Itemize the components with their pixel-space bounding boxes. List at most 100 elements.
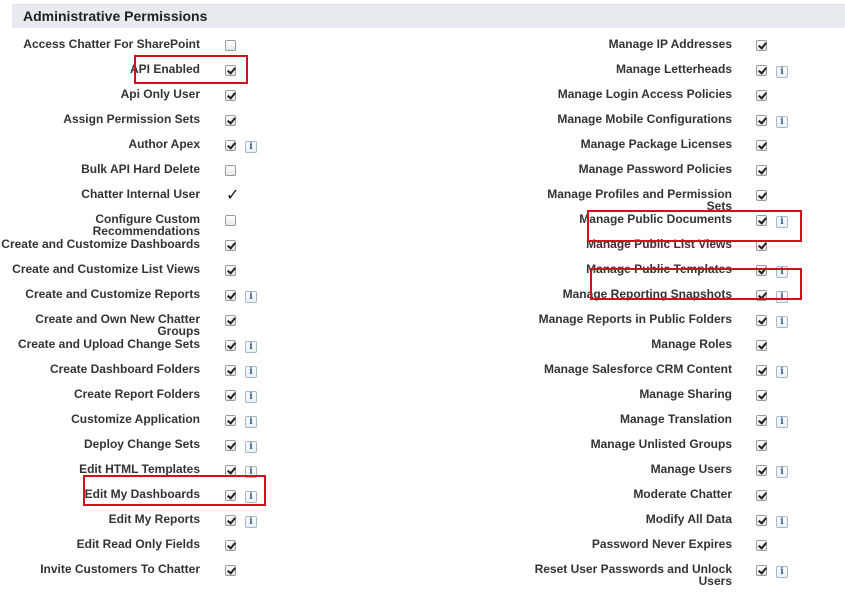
permission-checkbox[interactable] [756, 340, 767, 351]
info-icon[interactable]: i [245, 366, 257, 378]
permission-label: Edit Read Only Fields [76, 537, 200, 551]
permission-checkbox[interactable] [756, 490, 767, 501]
permission-checkbox[interactable] [756, 165, 767, 176]
info-icon[interactable]: i [776, 291, 788, 303]
permission-row-create-and-customize-list-views: Create and Customize List Views [0, 263, 300, 288]
permission-row-create-report-folders: Create Report Folders i [0, 388, 300, 413]
permission-row-manage-unlisted-groups: Manage Unlisted Groups [522, 438, 822, 463]
info-icon[interactable]: i [245, 341, 257, 353]
permission-row-assign-permission-sets: Assign Permission Sets [0, 113, 300, 138]
permission-checkbox[interactable] [225, 90, 236, 101]
permission-label: Reset User Passwords and Unlock Users [534, 562, 732, 588]
permission-checkbox[interactable] [756, 365, 767, 376]
permission-label: Create and Customize List Views [12, 262, 200, 276]
permission-label: Manage Profiles and Permission Sets [547, 187, 732, 213]
permission-checkbox[interactable] [756, 390, 767, 401]
permission-label: Manage Roles [651, 337, 732, 351]
info-icon[interactable]: i [776, 566, 788, 578]
permission-row-edit-read-only-fields: Edit Read Only Fields [0, 538, 300, 563]
permission-checkbox[interactable] [756, 315, 767, 326]
permission-checkbox[interactable] [756, 565, 767, 576]
permission-checkbox[interactable] [225, 65, 236, 76]
permission-label: Manage Package Licenses [580, 137, 732, 151]
permission-row-manage-password-policies: Manage Password Policies [522, 163, 822, 188]
permission-checkbox[interactable] [756, 265, 767, 276]
permission-label: Manage Public List Views [586, 237, 732, 251]
permission-checkbox[interactable] [225, 165, 236, 176]
permission-checkbox[interactable] [756, 215, 767, 226]
permission-checkbox[interactable] [225, 215, 236, 226]
permission-checkbox[interactable] [225, 340, 236, 351]
permission-label: Bulk API Hard Delete [81, 162, 200, 176]
permission-checkbox[interactable] [225, 465, 236, 476]
permission-row-moderate-chatter: Moderate Chatter [522, 488, 822, 513]
info-icon[interactable]: i [776, 66, 788, 78]
permission-row-chatter-internal-user: Chatter Internal User ✓ [0, 187, 300, 213]
permission-checkbox[interactable] [756, 415, 767, 426]
permission-row-manage-login-access-policies: Manage Login Access Policies [522, 88, 822, 113]
permission-row-api-only-user: Api Only User [0, 88, 300, 113]
permission-label: Create Report Folders [73, 387, 200, 401]
permission-checkbox[interactable] [225, 265, 236, 276]
permission-checkbox[interactable] [756, 115, 767, 126]
info-icon[interactable]: i [776, 466, 788, 478]
info-icon[interactable]: i [245, 291, 257, 303]
permission-checkbox[interactable] [756, 140, 767, 151]
info-icon[interactable]: i [776, 116, 788, 128]
permission-checkbox[interactable] [225, 290, 236, 301]
info-icon[interactable]: i [245, 441, 257, 453]
permission-label: Modify All Data [645, 512, 732, 526]
permission-row-password-never-expires: Password Never Expires [522, 538, 822, 563]
permission-checkbox[interactable] [225, 490, 236, 501]
permission-checkbox[interactable] [756, 90, 767, 101]
permission-checkbox[interactable] [756, 290, 767, 301]
permission-checkbox[interactable] [756, 190, 767, 201]
info-icon[interactable]: i [245, 491, 257, 503]
permission-label: Deploy Change Sets [83, 437, 200, 451]
info-icon[interactable]: i [245, 141, 257, 153]
permission-checkbox[interactable] [225, 365, 236, 376]
permission-checkbox[interactable] [225, 390, 236, 401]
permission-checkbox[interactable] [225, 515, 236, 526]
permission-checkbox[interactable] [756, 40, 767, 51]
permission-checkbox[interactable] [225, 415, 236, 426]
info-icon[interactable]: i [245, 516, 257, 528]
permission-label: Chatter Internal User [81, 187, 200, 201]
permission-row-manage-translation: Manage Translation i [522, 413, 822, 438]
permission-checkbox[interactable] [756, 540, 767, 551]
info-icon[interactable]: i [776, 216, 788, 228]
permission-row-modify-all-data: Modify All Data i [522, 513, 822, 538]
info-icon[interactable]: i [776, 516, 788, 528]
permission-checkbox[interactable] [225, 40, 236, 51]
info-icon[interactable]: i [245, 391, 257, 403]
info-icon[interactable]: i [776, 366, 788, 378]
permission-label: Create Dashboard Folders [49, 362, 200, 376]
permission-label: Invite Customers To Chatter [40, 562, 200, 576]
info-icon[interactable]: i [776, 316, 788, 328]
permission-label: Edit My Dashboards [84, 487, 200, 501]
permission-checkbox[interactable] [225, 440, 236, 451]
permission-checkbox[interactable] [756, 65, 767, 76]
permission-checkbox[interactable] [225, 315, 236, 326]
permission-row-manage-reports-in-public-folders: Manage Reports in Public Folders i [522, 313, 822, 338]
permission-checkbox[interactable] [756, 440, 767, 451]
info-icon[interactable]: i [245, 466, 257, 478]
permission-checkbox[interactable] [225, 565, 236, 576]
permission-label: Author Apex [128, 137, 200, 151]
permission-label: Manage Letterheads [615, 62, 732, 76]
permission-checkbox[interactable] [756, 515, 767, 526]
permission-row-author-apex: Author Apex i [0, 138, 300, 163]
permission-row-deploy-change-sets: Deploy Change Sets i [0, 438, 300, 463]
permission-checkbox[interactable] [756, 240, 767, 251]
permission-checkbox[interactable] [225, 140, 236, 151]
permission-checkbox[interactable] [225, 115, 236, 126]
permission-checkbox[interactable] [225, 240, 236, 251]
permission-row-customize-application: Customize Application i [0, 413, 300, 438]
info-icon[interactable]: i [245, 416, 257, 428]
permission-checkbox[interactable] [756, 465, 767, 476]
info-icon[interactable]: i [776, 266, 788, 278]
section-title: Administrative Permissions [23, 8, 208, 24]
info-icon[interactable]: i [776, 416, 788, 428]
permission-row-manage-package-licenses: Manage Package Licenses [522, 138, 822, 163]
permission-checkbox[interactable] [225, 540, 236, 551]
